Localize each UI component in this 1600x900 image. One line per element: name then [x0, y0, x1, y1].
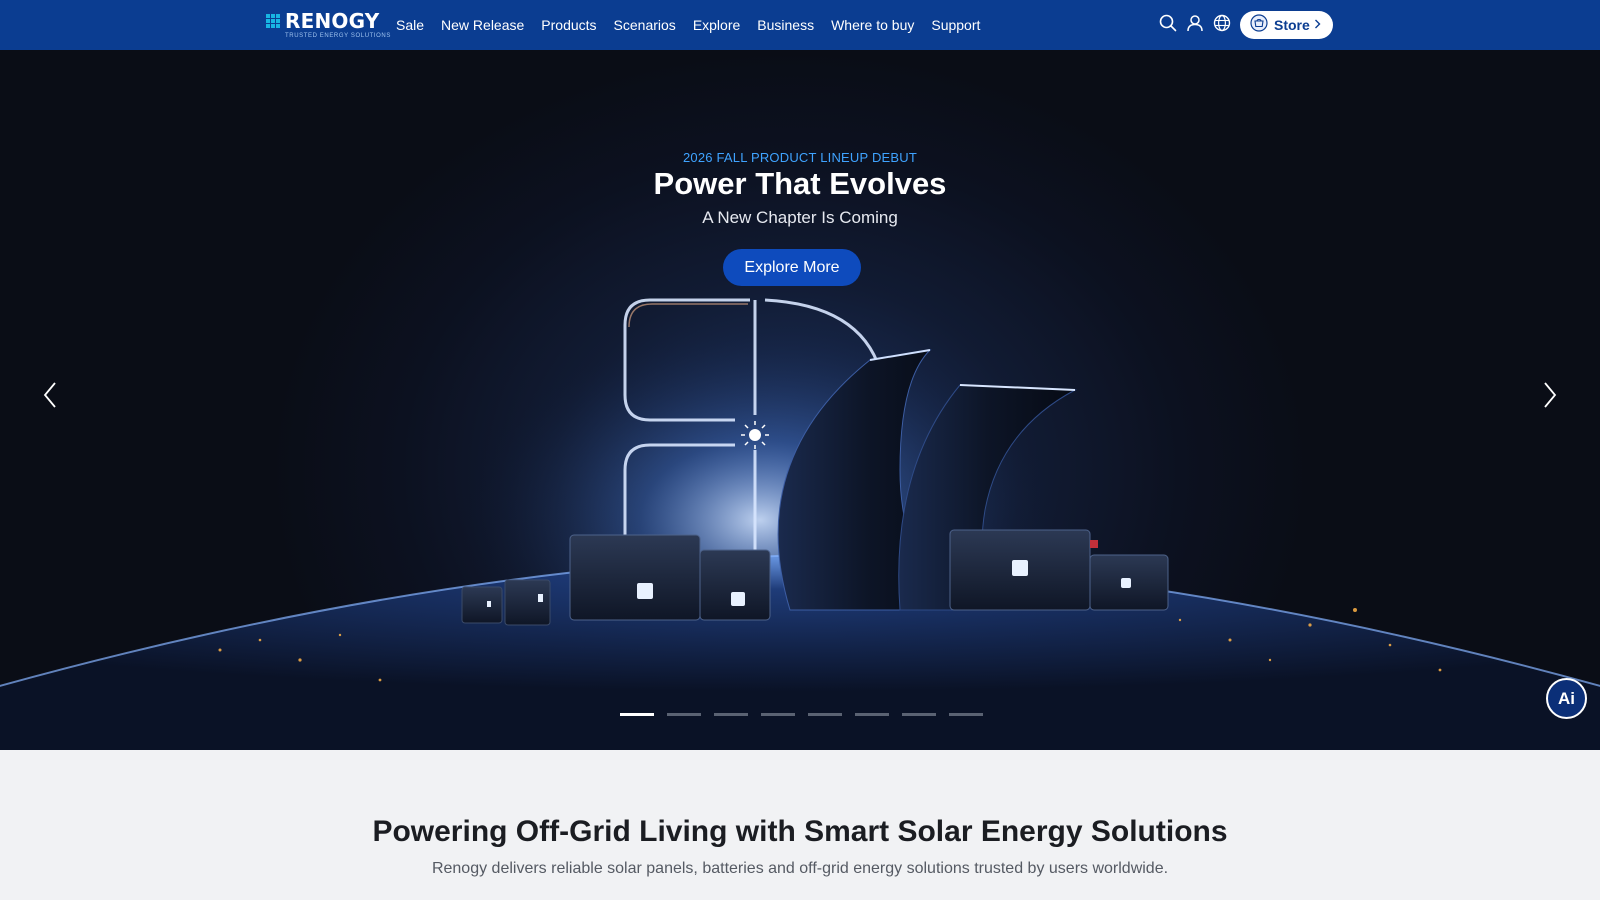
nav-link-new-release[interactable]: New Release — [441, 17, 524, 33]
chevron-left-icon — [43, 382, 56, 408]
hero-title: Power That Evolves — [653, 166, 947, 201]
logo-wordmark: RENOGY — [285, 9, 380, 33]
hero-carousel: 2026 FALL PRODUCT LINEUP DEBUT Power Tha… — [0, 50, 1600, 750]
carousel-prev-button[interactable] — [35, 375, 65, 415]
carousel-dot[interactable] — [620, 713, 654, 716]
logo-grid-icon — [266, 14, 280, 28]
carousel-dot[interactable] — [667, 713, 701, 716]
nav-link-products[interactable]: Products — [541, 17, 596, 33]
nav-link-sale[interactable]: Sale — [396, 17, 424, 33]
store-label: Store — [1274, 17, 1310, 33]
carousel-next-button[interactable] — [1535, 375, 1565, 415]
top-navbar: RENOGY TRUSTED ENERGY SOLUTIONS Sale New… — [0, 0, 1600, 50]
renogy-logo[interactable]: RENOGY TRUSTED ENERGY SOLUTIONS — [266, 11, 391, 39]
carousel-dot[interactable] — [902, 713, 936, 716]
explore-more-button[interactable]: Explore More — [723, 249, 861, 286]
nav-link-business[interactable]: Business — [757, 17, 814, 33]
chevron-right-icon — [1544, 382, 1557, 408]
store-icon — [1250, 13, 1268, 37]
carousel-dot[interactable] — [949, 713, 983, 716]
search-icon[interactable] — [1157, 12, 1179, 34]
hero-subtitle: A New Chapter Is Coming — [702, 208, 898, 227]
carousel-dot[interactable] — [808, 713, 842, 716]
section-subtitle: Renogy delivers reliable solar panels, b… — [431, 860, 1169, 877]
chevron-right-icon — [1314, 16, 1321, 34]
nav-link-scenarios[interactable]: Scenarios — [614, 17, 676, 33]
carousel-dot[interactable] — [761, 713, 795, 716]
hero-eyebrow: 2026 FALL PRODUCT LINEUP DEBUT — [682, 150, 918, 165]
logo-tagline: TRUSTED ENERGY SOLUTIONS — [285, 33, 391, 39]
section-title: Powering Off-Grid Living with Smart Sola… — [372, 815, 1228, 848]
nav-link-support[interactable]: Support — [931, 17, 980, 33]
globe-icon[interactable] — [1211, 12, 1233, 34]
nav-link-where-to-buy[interactable]: Where to buy — [831, 17, 914, 33]
account-icon[interactable] — [1184, 12, 1206, 34]
carousel-pagination — [620, 713, 996, 716]
nav-utility-icons — [1157, 12, 1238, 34]
nav-link-explore[interactable]: Explore — [693, 17, 740, 33]
main-nav: Sale New Release Products Scenarios Expl… — [396, 0, 997, 50]
ai-assistant-button[interactable]: Ai — [1546, 678, 1587, 719]
store-button[interactable]: Store — [1240, 11, 1333, 39]
carousel-dot[interactable] — [714, 713, 748, 716]
carousel-dot[interactable] — [855, 713, 889, 716]
